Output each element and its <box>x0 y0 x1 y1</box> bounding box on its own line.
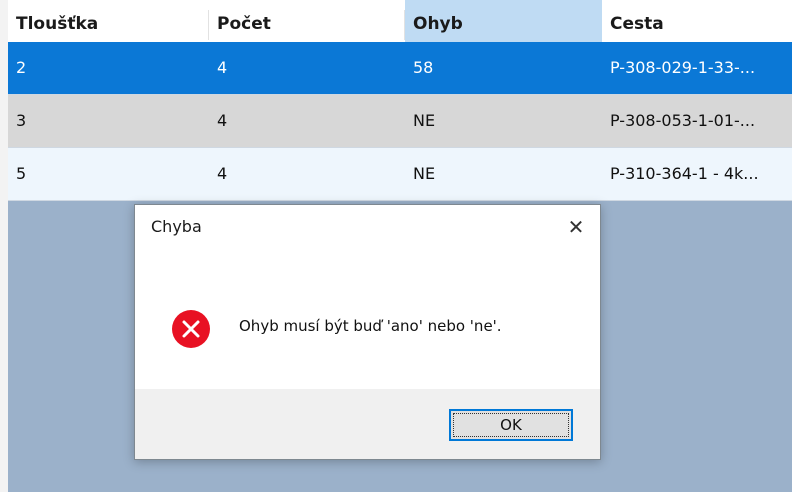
cell-pocet[interactable]: 4 <box>209 42 405 94</box>
column-header-cesta[interactable]: Cesta <box>602 0 792 42</box>
cell-ohyb[interactable]: NE <box>405 148 602 200</box>
cell-ohyb[interactable]: NE <box>405 95 602 147</box>
cell-ohyb[interactable]: 58 <box>405 42 602 94</box>
ok-button[interactable]: OK <box>449 409 573 441</box>
error-icon <box>171 309 211 349</box>
cell-cesta[interactable]: P-310-364-1 - 4k... <box>602 148 792 200</box>
dialog-footer: OK <box>135 389 600 459</box>
table-row[interactable]: 2 4 58 P-308-029-1-33-... <box>8 42 792 95</box>
table-row[interactable]: 3 4 NE P-308-053-1-01-... <box>8 95 792 148</box>
cell-cesta[interactable]: P-308-053-1-01-... <box>602 95 792 147</box>
column-header-ohyb[interactable]: Ohyb <box>405 0 602 42</box>
grid-header: Tloušťka Počet Ohyb Cesta <box>8 0 792 42</box>
column-header-tloustka[interactable]: Tloušťka <box>8 0 209 42</box>
cell-cesta[interactable]: P-308-029-1-33-... <box>602 42 792 94</box>
grid-rows: 2 4 58 P-308-029-1-33-... 3 4 NE P-308-0… <box>8 42 792 201</box>
close-icon[interactable]: ✕ <box>558 211 594 243</box>
dialog-message: Ohyb musí být buď 'ano' nebo 'ne'. <box>239 317 502 335</box>
error-dialog: Chyba ✕ Ohyb musí být buď 'ano' nebo 'ne… <box>134 204 601 460</box>
cell-tloustka[interactable]: 5 <box>8 148 209 200</box>
cell-pocet[interactable]: 4 <box>209 95 405 147</box>
dialog-body: Ohyb musí být buď 'ano' nebo 'ne'. <box>135 249 600 389</box>
cell-tloustka[interactable]: 2 <box>8 42 209 94</box>
cell-tloustka[interactable]: 3 <box>8 95 209 147</box>
dialog-title: Chyba <box>151 217 202 236</box>
cell-pocet[interactable]: 4 <box>209 148 405 200</box>
column-header-pocet[interactable]: Počet <box>209 0 405 42</box>
table-row[interactable]: 5 4 NE P-310-364-1 - 4k... <box>8 148 792 201</box>
